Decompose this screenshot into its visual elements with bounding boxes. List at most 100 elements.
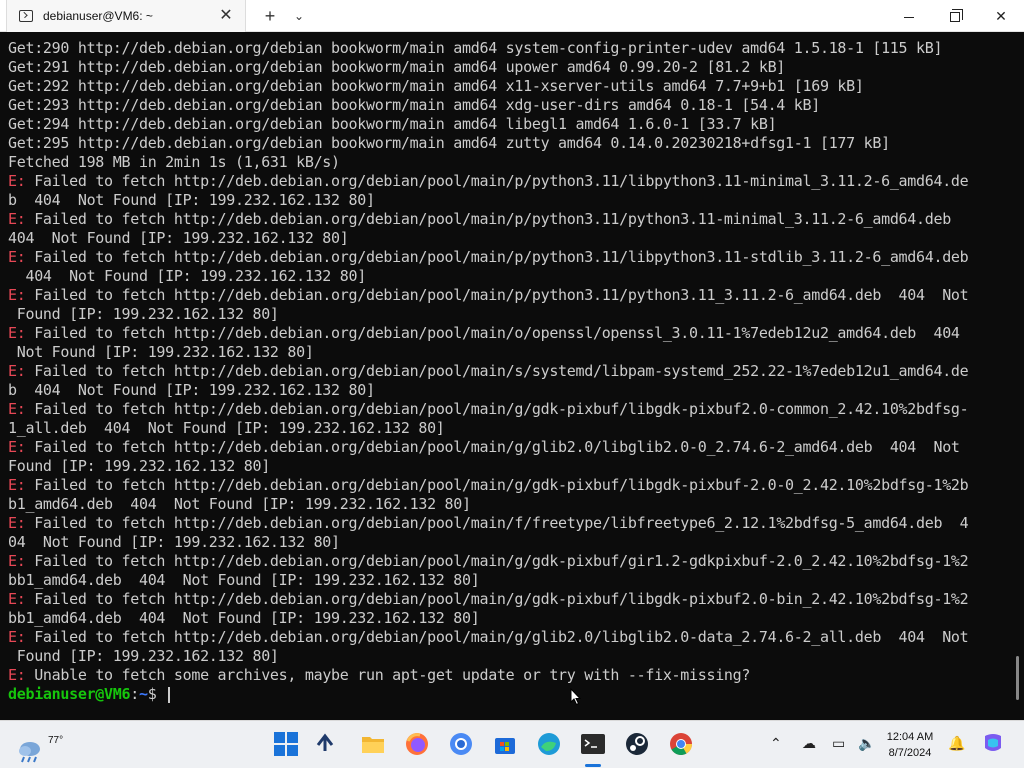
error-prefix: E: <box>8 324 26 342</box>
terminal-line: E: Failed to fetch http://deb.debian.org… <box>8 628 1008 647</box>
error-prefix: E: <box>8 400 26 418</box>
terminal-line: bb1_amd64.deb 404 Not Found [IP: 199.232… <box>8 609 1008 628</box>
prompt-user-host: debianuser@VM6 <box>8 685 131 703</box>
terminal-line: E: Failed to fetch http://deb.debian.org… <box>8 400 1008 419</box>
line-text: Failed to fetch http://deb.debian.org/de… <box>25 590 969 608</box>
tab-title: debianuser@VM6: ~ <box>43 9 153 23</box>
terminal-line: E: Failed to fetch http://deb.debian.org… <box>8 324 1008 343</box>
weather-temperature: 77° <box>48 735 64 746</box>
line-text: Get:290 http://deb.debian.org/debian boo… <box>8 39 943 57</box>
line-text: Not Found [IP: 199.232.162.132 80] <box>8 343 314 361</box>
terminal-line: E: Failed to fetch http://deb.debian.org… <box>8 210 1008 229</box>
line-text: Unable to fetch some archives, maybe run… <box>25 666 751 684</box>
weather-widget[interactable]: 77° <box>16 729 63 763</box>
terminal-icon[interactable] <box>580 731 606 757</box>
prompt-path: ~ <box>138 685 148 703</box>
error-prefix: E: <box>8 438 26 456</box>
line-text: 04 Not Found [IP: 199.232.162.132 80] <box>8 533 340 551</box>
new-tab-button[interactable]: + <box>259 5 281 27</box>
prompt-line[interactable]: debianuser@VM6:~$ <box>8 685 1008 704</box>
minimize-button[interactable] <box>886 0 932 32</box>
terminal-line: Not Found [IP: 199.232.162.132 80] <box>8 343 1008 362</box>
terminal-line: b 404 Not Found [IP: 199.232.162.132 80] <box>8 381 1008 400</box>
line-text: Failed to fetch http://deb.debian.org/de… <box>25 172 969 190</box>
line-text: Get:294 http://deb.debian.org/debian boo… <box>8 115 777 133</box>
terminal-line: Found [IP: 199.232.162.132 80] <box>8 305 1008 324</box>
file-explorer-icon[interactable] <box>360 731 386 757</box>
line-text: bb1_amd64.deb 404 Not Found [IP: 199.232… <box>8 571 480 589</box>
terminal-line: Get:291 http://deb.debian.org/debian boo… <box>8 58 1008 77</box>
close-window-button[interactable]: ✕ <box>978 0 1024 32</box>
terminal-line: E: Failed to fetch http://deb.debian.org… <box>8 172 1008 191</box>
line-text: Get:295 http://deb.debian.org/debian boo… <box>8 134 890 152</box>
minimize-icon <box>904 16 914 18</box>
line-text: Failed to fetch http://deb.debian.org/de… <box>25 324 960 342</box>
terminal-line: Get:293 http://deb.debian.org/debian boo… <box>8 96 1008 115</box>
terminal-line: b 404 Not Found [IP: 199.232.162.132 80] <box>8 191 1008 210</box>
edge-icon[interactable] <box>536 731 562 757</box>
taskbar: 77° ⌃ ☁ ▭ 🔈 12:04 AM 8/7/2024 🔔 <box>0 720 1024 768</box>
line-text: Get:293 http://deb.debian.org/debian boo… <box>8 96 820 114</box>
steam-icon[interactable] <box>624 731 650 757</box>
tab-dropdown-button[interactable]: ⌄ <box>288 5 310 27</box>
clock-date: 8/7/2024 <box>888 747 932 759</box>
terminal-line: Found [IP: 199.232.162.132 80] <box>8 457 1008 476</box>
sound-icon[interactable]: 🔈 <box>858 735 875 752</box>
scrollbar[interactable] <box>1016 656 1019 700</box>
error-prefix: E: <box>8 362 26 380</box>
line-text: Failed to fetch http://deb.debian.org/de… <box>25 400 969 418</box>
error-prefix: E: <box>8 590 26 608</box>
terminal-line: Get:292 http://deb.debian.org/debian boo… <box>8 77 1008 96</box>
text-cursor <box>168 686 171 703</box>
terminal-line: E: Failed to fetch http://deb.debian.org… <box>8 438 1008 457</box>
line-text: Fetched 198 MB in 2min 1s (1,631 kB/s) <box>8 153 340 171</box>
bell-icon[interactable]: 🔔 <box>948 735 965 752</box>
line-text: b1_amd64.deb 404 Not Found [IP: 199.232.… <box>8 495 471 513</box>
terminal-line: E: Failed to fetch http://deb.debian.org… <box>8 476 1008 495</box>
store-icon[interactable] <box>492 731 518 757</box>
line-text: Failed to fetch http://deb.debian.org/de… <box>25 628 969 646</box>
terminal-line: Get:290 http://deb.debian.org/debian boo… <box>8 39 1008 58</box>
restore-button[interactable] <box>932 0 978 32</box>
line-text: Found [IP: 199.232.162.132 80] <box>8 647 279 665</box>
terminal-line: 04 Not Found [IP: 199.232.162.132 80] <box>8 533 1008 552</box>
terminal-line: 404 Not Found [IP: 199.232.162.132 80] <box>8 229 1008 248</box>
display-icon[interactable]: ▭ <box>832 735 845 752</box>
prompt-symbol: $ <box>147 685 166 703</box>
chromium-icon[interactable] <box>448 731 474 757</box>
terminal-lines: Get:290 http://deb.debian.org/debian boo… <box>8 39 1008 704</box>
error-prefix: E: <box>8 628 26 646</box>
terminal-line: Get:295 http://deb.debian.org/debian boo… <box>8 134 1008 153</box>
terminal-active-indicator <box>585 764 601 767</box>
line-text: 1_all.deb 404 Not Found [IP: 199.232.162… <box>8 419 445 437</box>
app-icon[interactable] <box>312 731 338 757</box>
cloud-icon[interactable]: ☁ <box>802 735 816 752</box>
terminal-tab[interactable]: debianuser@VM6: ~ ✕ <box>6 0 246 32</box>
line-text: Found [IP: 199.232.162.132 80] <box>8 457 270 475</box>
terminal-line: Fetched 198 MB in 2min 1s (1,631 kB/s) <box>8 153 1008 172</box>
terminal-line: E: Failed to fetch http://deb.debian.org… <box>8 248 1008 267</box>
line-text: b 404 Not Found [IP: 199.232.162.132 80] <box>8 381 375 399</box>
line-text: Failed to fetch http://deb.debian.org/de… <box>25 438 960 456</box>
error-prefix: E: <box>8 172 26 190</box>
terminal-line: b1_amd64.deb 404 Not Found [IP: 199.232.… <box>8 495 1008 514</box>
chrome-icon[interactable] <box>668 731 694 757</box>
error-prefix: E: <box>8 476 26 494</box>
mouse-cursor-icon <box>570 688 582 706</box>
clock-time: 12:04 AM <box>886 731 934 743</box>
firefox-icon[interactable] <box>404 731 430 757</box>
line-text: bb1_amd64.deb 404 Not Found [IP: 199.232… <box>8 609 480 627</box>
terminal-line: Get:294 http://deb.debian.org/debian boo… <box>8 115 1008 134</box>
copilot-icon[interactable] <box>982 732 1004 757</box>
line-text: Failed to fetch http://deb.debian.org/de… <box>25 514 969 532</box>
clock[interactable]: 12:04 AM 8/7/2024 <box>880 729 940 761</box>
line-text: 404 Not Found [IP: 199.232.162.132 80] <box>8 229 349 247</box>
weather-cloud-icon <box>19 742 40 763</box>
chevron-up-icon[interactable]: ⌃ <box>770 735 782 752</box>
line-text: Get:292 http://deb.debian.org/debian boo… <box>8 77 864 95</box>
terminal-line: E: Failed to fetch http://deb.debian.org… <box>8 362 1008 381</box>
close-tab-icon[interactable]: ✕ <box>217 7 235 25</box>
terminal-output[interactable]: Get:290 http://deb.debian.org/debian boo… <box>0 32 1024 720</box>
start-icon[interactable] <box>273 731 299 757</box>
terminal-line: E: Unable to fetch some archives, maybe … <box>8 666 1008 685</box>
